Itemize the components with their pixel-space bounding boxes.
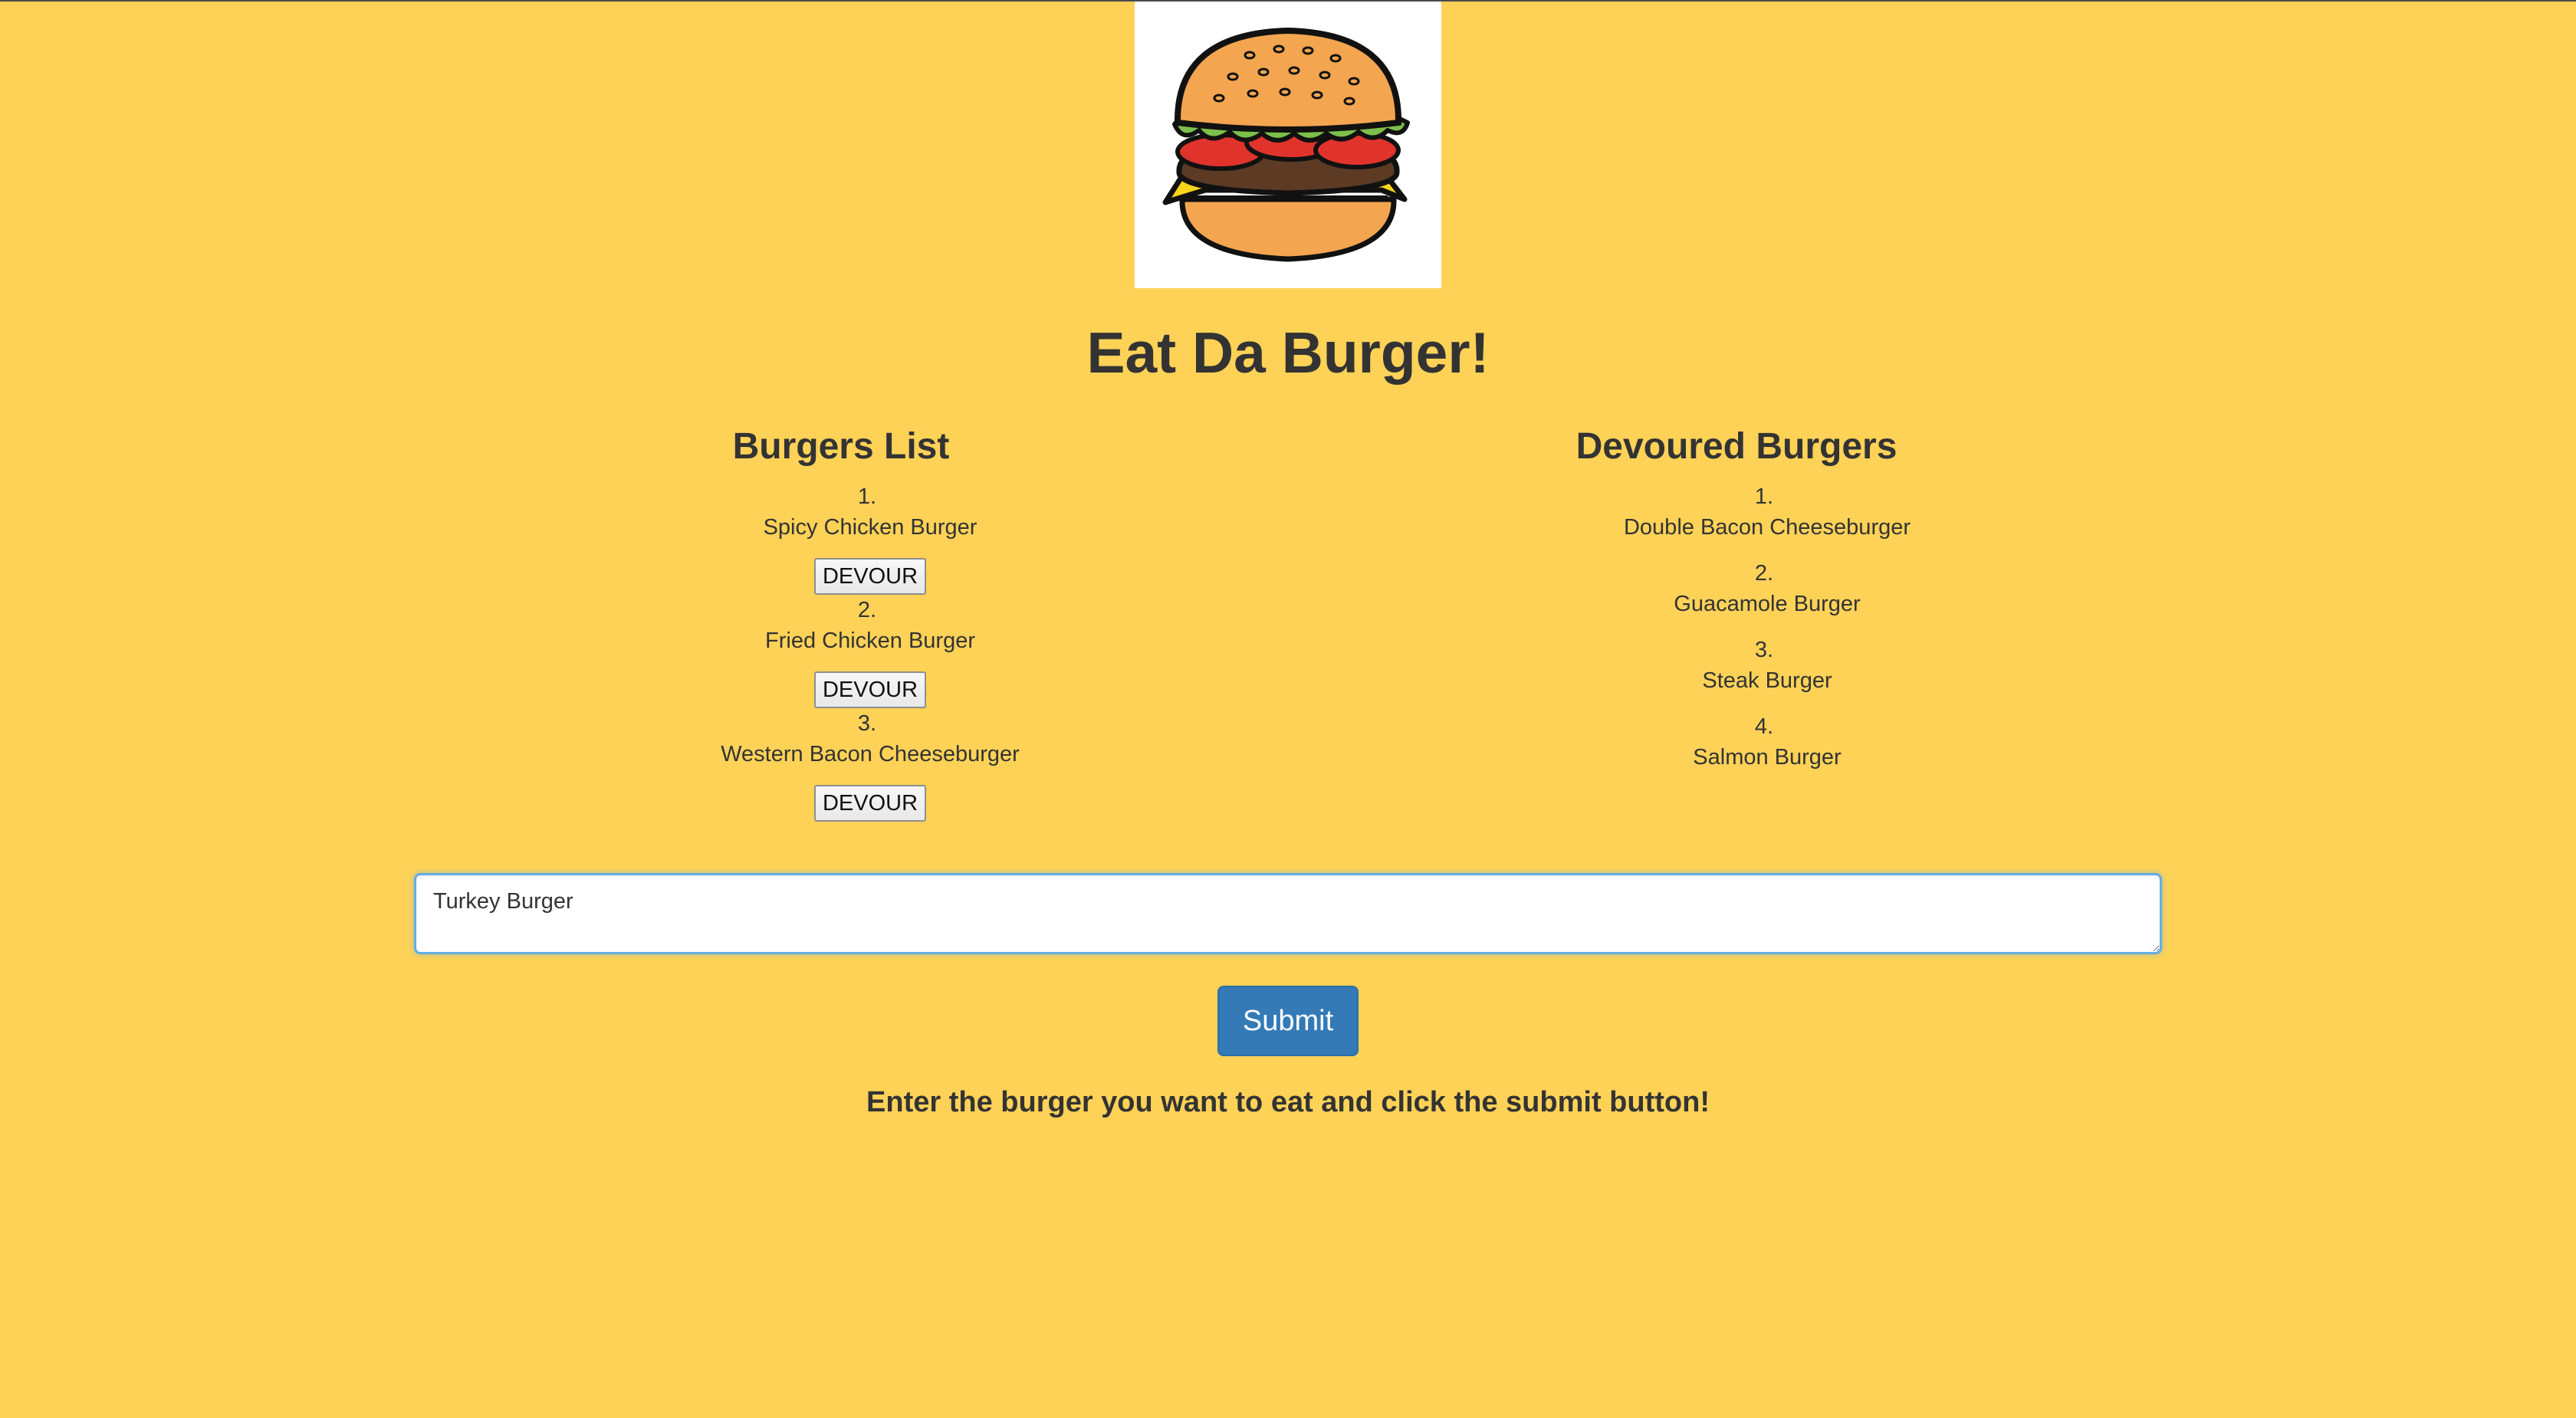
page-title: Eat Da Burger! xyxy=(1086,320,1490,385)
list-item: 1. Spicy Chicken Burger DEVOUR xyxy=(602,481,1138,595)
list-item: 3. Western Bacon Cheeseburger DEVOUR xyxy=(602,708,1138,822)
burgers-list-heading: Burgers List xyxy=(732,426,950,467)
devoured-list: 1. Double Bacon Cheeseburger 2. Guacamol… xyxy=(1499,481,2036,773)
devour-button[interactable]: DEVOUR xyxy=(814,785,926,822)
item-number: 3. xyxy=(857,711,877,736)
item-name: Double Bacon Cheeseburger xyxy=(1623,515,1911,540)
list-item: 3. Steak Burger xyxy=(1499,635,2036,696)
list-item: 2. Guacamole Burger xyxy=(1499,558,2036,619)
item-name: Guacamole Burger xyxy=(1674,592,1861,616)
devour-button[interactable]: DEVOUR xyxy=(814,558,926,595)
list-item: 1. Double Bacon Cheeseburger xyxy=(1499,481,2036,543)
item-name: Fried Chicken Burger xyxy=(765,629,975,653)
item-name: Spicy Chicken Burger xyxy=(763,515,978,540)
list-item: 4. Salmon Burger xyxy=(1499,711,2036,773)
item-name: Salmon Burger xyxy=(1693,745,1842,770)
item-number: 4. xyxy=(1754,714,1774,739)
devour-button[interactable]: DEVOUR xyxy=(814,671,926,708)
burgers-list-section: Burgers List 1. Spicy Chicken Burger DEV… xyxy=(602,422,1138,822)
burger-icon xyxy=(1135,2,1441,288)
item-number: 2. xyxy=(1754,561,1774,586)
item-number: 1. xyxy=(857,484,877,509)
item-number: 3. xyxy=(1754,638,1774,662)
devoured-burgers-section: Devoured Burgers 1. Double Bacon Cheeseb… xyxy=(1499,422,2036,773)
item-number: 2. xyxy=(857,598,877,622)
list-item: 2. Fried Chicken Burger DEVOUR xyxy=(602,595,1138,708)
submit-button[interactable]: Submit xyxy=(1217,986,1359,1056)
burger-name-input[interactable]: Turkey Burger xyxy=(414,873,2162,954)
item-number: 1. xyxy=(1754,484,1774,509)
burgers-list: 1. Spicy Chicken Burger DEVOUR 2. Fried … xyxy=(602,481,1138,822)
item-name: Steak Burger xyxy=(1702,668,1832,693)
item-name: Western Bacon Cheeseburger xyxy=(721,742,1020,766)
burger-logo-image xyxy=(1135,2,1441,288)
instructions-text: Enter the burger you want to eat and cli… xyxy=(866,1086,1710,1118)
devoured-burgers-heading: Devoured Burgers xyxy=(1576,426,1898,467)
